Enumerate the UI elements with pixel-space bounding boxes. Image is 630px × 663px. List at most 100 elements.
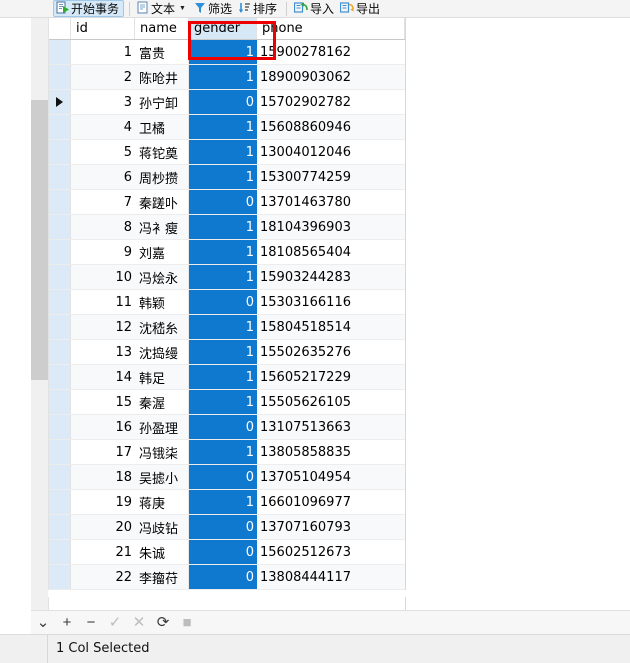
import-button[interactable]: 导入 — [292, 0, 338, 17]
cell-phone[interactable]: 15505626105 — [257, 390, 405, 414]
cell-phone[interactable]: 13805858835 — [257, 440, 405, 464]
row-gutter-cell[interactable] — [49, 465, 71, 489]
cell-id[interactable]: 20 — [71, 515, 135, 539]
row-gutter-cell[interactable] — [49, 190, 71, 214]
table-row[interactable]: 13 沈捣缦 1 15502635276 — [49, 340, 405, 365]
cell-name[interactable]: 秦渥 — [135, 390, 189, 414]
row-gutter-cell[interactable] — [49, 90, 71, 114]
cell-id[interactable]: 11 — [71, 290, 135, 314]
sort-button[interactable]: 排序 — [236, 0, 281, 17]
vertical-scrollbar-thumb[interactable] — [31, 100, 48, 380]
row-gutter-cell[interactable] — [49, 290, 71, 314]
cell-id[interactable]: 8 — [71, 215, 135, 239]
cell-name[interactable]: 冯烩永 — [135, 265, 189, 289]
text-button[interactable]: 文本 ▼ — [135, 0, 192, 17]
cell-id[interactable]: 17 — [71, 440, 135, 464]
cell-gender[interactable]: 1 — [189, 265, 257, 289]
row-gutter-cell[interactable] — [49, 265, 71, 289]
cell-name[interactable]: 李籀苻 — [135, 565, 189, 589]
cell-id[interactable]: 16 — [71, 415, 135, 439]
cell-id[interactable]: 15 — [71, 390, 135, 414]
cell-name[interactable]: 富贵 — [135, 40, 189, 64]
cell-name[interactable]: 朱诚 — [135, 540, 189, 564]
column-header-name[interactable]: name — [135, 18, 189, 39]
cell-phone[interactable]: 13004012046 — [257, 140, 405, 164]
cell-gender[interactable]: 1 — [189, 165, 257, 189]
row-gutter-cell[interactable] — [49, 490, 71, 514]
cell-id[interactable]: 19 — [71, 490, 135, 514]
cell-gender[interactable]: 1 — [189, 140, 257, 164]
cell-gender[interactable]: 1 — [189, 315, 257, 339]
refresh-button[interactable]: ⟳ — [151, 612, 175, 634]
row-gutter-cell[interactable] — [49, 315, 71, 339]
cell-id[interactable]: 3 — [71, 90, 135, 114]
column-header-id[interactable]: id — [71, 18, 135, 39]
start-transaction-button[interactable]: 开始事务 — [53, 0, 125, 17]
cell-name[interactable]: 刘嘉 — [135, 240, 189, 264]
cell-name[interactable]: 吴摅小 — [135, 465, 189, 489]
row-gutter-cell[interactable] — [49, 240, 71, 264]
table-row[interactable]: 10 冯烩永 1 15903244283 — [49, 265, 405, 290]
cell-phone[interactable]: 13701463780 — [257, 190, 405, 214]
cell-phone[interactable]: 18104396903 — [257, 215, 405, 239]
cell-name[interactable]: 韩足 — [135, 365, 189, 389]
cell-name[interactable]: 孙宁卸 — [135, 90, 189, 114]
cell-name[interactable]: 冯锇柒 — [135, 440, 189, 464]
cell-gender[interactable]: 1 — [189, 40, 257, 64]
table-row[interactable]: 5 蒋铊奠 1 13004012046 — [49, 140, 405, 165]
table-row[interactable]: 4 卫橘 1 15608860946 — [49, 115, 405, 140]
cell-phone[interactable]: 13808444117 — [257, 565, 405, 589]
row-gutter-cell[interactable] — [49, 340, 71, 364]
row-gutter-cell[interactable] — [49, 215, 71, 239]
table-row[interactable]: 11 韩颖 0 15303166116 — [49, 290, 405, 315]
cell-phone[interactable]: 15903244283 — [257, 265, 405, 289]
cell-gender[interactable]: 1 — [189, 115, 257, 139]
row-gutter-cell[interactable] — [49, 165, 71, 189]
cell-phone[interactable]: 13707160793 — [257, 515, 405, 539]
cell-phone[interactable]: 15608860946 — [257, 115, 405, 139]
table-row[interactable]: 9 刘嘉 1 18108565404 — [49, 240, 405, 265]
export-button[interactable]: 导出 — [338, 0, 384, 17]
cell-id[interactable]: 21 — [71, 540, 135, 564]
row-gutter-cell[interactable] — [49, 140, 71, 164]
row-gutter-cell[interactable] — [49, 40, 71, 64]
cell-gender[interactable]: 0 — [189, 290, 257, 314]
delete-record-button[interactable]: − — [79, 612, 103, 634]
cell-phone[interactable]: 15702902782 — [257, 90, 405, 114]
row-gutter-cell[interactable] — [49, 115, 71, 139]
chevron-down-button[interactable]: ⌄ — [31, 612, 55, 634]
cell-phone[interactable]: 13705104954 — [257, 465, 405, 489]
cell-id[interactable]: 1 — [71, 40, 135, 64]
vertical-scrollbar[interactable] — [31, 18, 48, 610]
cell-phone[interactable]: 15602512673 — [257, 540, 405, 564]
cell-name[interactable]: 陈呛井 — [135, 65, 189, 89]
cell-id[interactable]: 13 — [71, 340, 135, 364]
row-gutter-cell[interactable] — [49, 415, 71, 439]
chevron-down-icon[interactable]: ▼ — [179, 2, 186, 16]
table-row[interactable]: 21 朱诚 0 15602512673 — [49, 540, 405, 565]
cell-name[interactable]: 沈捣缦 — [135, 340, 189, 364]
cell-phone[interactable]: 15303166116 — [257, 290, 405, 314]
row-gutter-cell[interactable] — [49, 65, 71, 89]
table-row[interactable]: 12 沈嵇糸 1 15804518514 — [49, 315, 405, 340]
cell-gender[interactable]: 1 — [189, 490, 257, 514]
table-row[interactable]: 18 吴摅小 0 13705104954 — [49, 465, 405, 490]
cell-id[interactable]: 5 — [71, 140, 135, 164]
cell-name[interactable]: 蒋铊奠 — [135, 140, 189, 164]
cell-gender[interactable]: 0 — [189, 90, 257, 114]
cell-phone[interactable]: 15900278162 — [257, 40, 405, 64]
table-row[interactable]: 14 韩足 1 15605217229 — [49, 365, 405, 390]
cell-gender[interactable]: 1 — [189, 365, 257, 389]
table-row[interactable]: 6 周杪攒 1 15300774259 — [49, 165, 405, 190]
cell-gender[interactable]: 1 — [189, 240, 257, 264]
cell-phone[interactable]: 15300774259 — [257, 165, 405, 189]
cell-phone[interactable]: 18900903062 — [257, 65, 405, 89]
cell-id[interactable]: 14 — [71, 365, 135, 389]
cell-name[interactable]: 蒋庚 — [135, 490, 189, 514]
cell-id[interactable]: 10 — [71, 265, 135, 289]
cell-gender[interactable]: 1 — [189, 215, 257, 239]
add-record-button[interactable]: + — [55, 612, 79, 634]
cell-name[interactable]: 周杪攒 — [135, 165, 189, 189]
column-header-gender[interactable]: gender — [189, 18, 257, 39]
table-row[interactable]: 15 秦渥 1 15505626105 — [49, 390, 405, 415]
